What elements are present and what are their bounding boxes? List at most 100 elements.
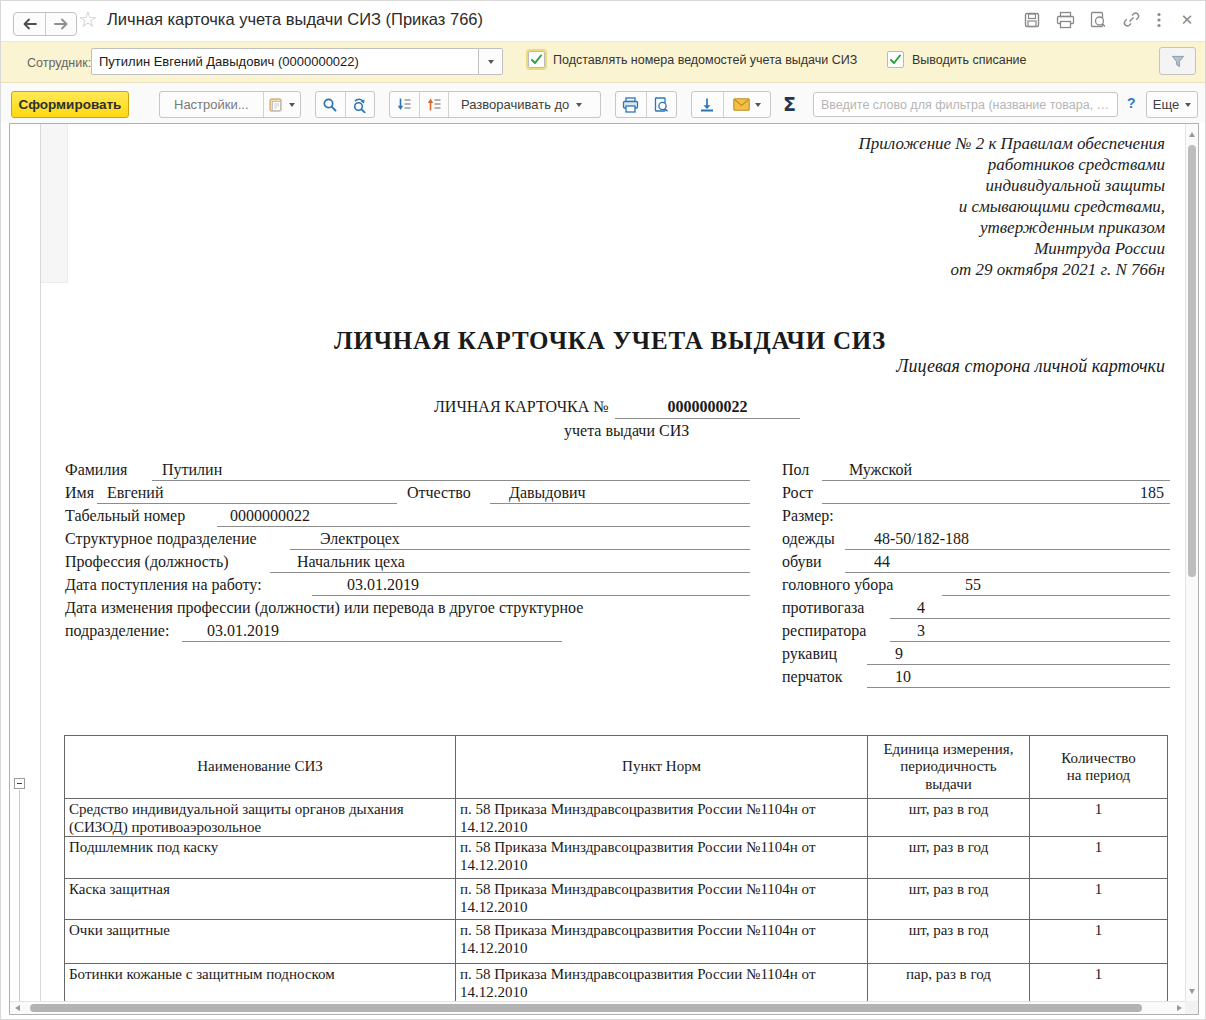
writeoff-checkbox[interactable]: Выводить списание (887, 51, 1027, 68)
back-button[interactable] (14, 13, 45, 35)
forward-button[interactable] (45, 13, 76, 35)
field-label: перчаток (782, 668, 843, 686)
card-number-underline (615, 418, 800, 419)
search-button[interactable] (316, 92, 345, 117)
field-value: 4 (917, 599, 925, 617)
report-variants-button[interactable] (263, 92, 300, 117)
field-value: 0000000022 (230, 507, 310, 525)
favorite-star-icon[interactable]: ☆ (78, 7, 98, 33)
collapse-group-toggle[interactable] (14, 778, 25, 789)
cell-norm: п. 58 Приказа Минздравсоцразвития России… (456, 799, 868, 837)
employee-dropdown-button[interactable] (479, 48, 503, 75)
field-underline (822, 503, 1170, 504)
close-icon[interactable]: ✕ (1177, 10, 1197, 30)
employee-value[interactable]: Путилин Евгений Давыдович (0000000022) (91, 48, 479, 75)
print-group (615, 91, 677, 118)
sum-button[interactable]: Σ (783, 93, 796, 115)
field-value: Мужской (849, 461, 912, 479)
left-margin-strip (41, 124, 68, 283)
employee-combobox[interactable]: Путилин Евгений Давыдович (0000000022) (91, 48, 503, 75)
save-icon[interactable] (1022, 10, 1042, 30)
print-preview-button[interactable] (646, 92, 676, 117)
more-menu-icon[interactable] (1154, 10, 1164, 30)
scrollbar-corner (1185, 1001, 1198, 1014)
table-row: Каска защитная п. 58 Приказа Минздравсоц… (65, 879, 1168, 920)
field-label: Табельный номер (65, 507, 185, 525)
cell-qty: 1 (1030, 879, 1168, 920)
scroll-left-arrow[interactable] (15, 1005, 20, 1011)
scroll-up-arrow[interactable] (1189, 132, 1195, 137)
send-mail-button[interactable] (723, 92, 770, 117)
scroll-down-arrow[interactable] (1189, 989, 1195, 994)
printer-icon (622, 97, 639, 113)
field-label: Профессия (должность) (65, 553, 229, 571)
export-group (691, 91, 771, 118)
expand-to-button[interactable]: Разворачивать до (448, 92, 594, 117)
search-group (315, 91, 375, 118)
field-value: 48-50/182-188 (874, 530, 969, 548)
document-subtitle: Лицевая сторона личной карточки (896, 356, 1165, 377)
horizontal-scrollbar[interactable] (10, 1001, 1187, 1014)
more-button[interactable]: Еще (1146, 91, 1198, 118)
chevron-down-icon (488, 60, 494, 64)
help-button[interactable]: ? (1127, 95, 1136, 111)
report-document[interactable]: Приложение № 2 к Правилам обеспечения ра… (9, 123, 1199, 1015)
download-icon (699, 97, 715, 113)
field-value: 44 (874, 553, 890, 571)
scroll-right-arrow[interactable] (1177, 1005, 1182, 1011)
substitute-checkbox[interactable]: Подставлять номера ведомостей учета выда… (528, 51, 857, 68)
preview-icon[interactable] (1088, 10, 1108, 30)
checkbox-checked-icon[interactable] (887, 51, 904, 68)
group-bracket-line (19, 790, 20, 1001)
print-icon[interactable] (1055, 10, 1075, 30)
save-file-button[interactable] (692, 92, 723, 117)
field-label: Дата изменения профессии (должности) или… (65, 599, 583, 617)
field-label: рукавиц (782, 645, 837, 663)
table-row: Средство индивидуальной защиты органов д… (65, 799, 1168, 837)
page-title: Личная карточка учета выдачи СИЗ (Приказ… (107, 10, 483, 29)
document-title: ЛИЧНАЯ КАРТОЧКА УЧЕТА ВЫДАЧИ СИЗ (200, 327, 1020, 355)
field-value: 03.01.2019 (207, 622, 279, 640)
field-value: 55 (965, 576, 981, 594)
parameters-bar: Сотрудник: Путилин Евгений Давыдович (00… (1, 41, 1205, 83)
field-underline (490, 503, 750, 504)
checkbox-checked-icon[interactable] (528, 51, 545, 68)
field-underline (182, 641, 562, 642)
field-label: одежды (782, 530, 835, 548)
filter-input[interactable]: Введите слово для фильтра (название това… (813, 92, 1118, 117)
field-label: Дата поступления на работу: (65, 576, 262, 594)
field-label: Структурное подразделение (65, 530, 257, 548)
field-underline (97, 503, 397, 504)
vertical-scroll-thumb[interactable] (1188, 145, 1196, 577)
collapse-groups-button[interactable] (390, 92, 419, 117)
link-icon[interactable] (1121, 10, 1141, 30)
table-header-row: Наименование СИЗ Пункт Норм Единица изме… (65, 736, 1168, 799)
generate-button[interactable]: Сформировать (11, 91, 129, 118)
col-header-norm: Пункт Норм (456, 736, 868, 799)
field-value: Электроцех (320, 530, 400, 548)
field-value: Евгений (107, 484, 163, 502)
cell-qty: 1 (1030, 837, 1168, 879)
field-underline (845, 572, 1170, 573)
employee-label: Сотрудник: (27, 56, 91, 70)
field-value: Давыдович (509, 484, 586, 502)
field-underline (890, 618, 1170, 619)
field-underline (312, 595, 750, 596)
filter-settings-button[interactable] (1159, 47, 1196, 75)
field-label: Размер: (782, 507, 834, 525)
expand-levels-icon (427, 97, 442, 112)
cell-name: Средство индивидуальной защиты органов д… (65, 799, 456, 837)
card-number-caption: учета выдачи СИЗ (564, 422, 689, 440)
settings-button[interactable]: Настройки... (160, 92, 263, 117)
print-button[interactable] (616, 92, 646, 117)
field-underline (942, 595, 1170, 596)
cell-qty: 1 (1030, 799, 1168, 837)
appendix-note: Приложение № 2 к Правилам обеспечения ра… (685, 133, 1165, 280)
expand-groups-button[interactable] (419, 92, 448, 117)
settings-group: Настройки... (159, 91, 301, 118)
arrow-left-icon (22, 17, 38, 31)
search-next-button[interactable] (345, 92, 374, 117)
vertical-scrollbar[interactable] (1185, 124, 1198, 1002)
cell-unit: шт, раз в год (868, 920, 1030, 964)
horizontal-scroll-thumb[interactable] (30, 1004, 1142, 1012)
